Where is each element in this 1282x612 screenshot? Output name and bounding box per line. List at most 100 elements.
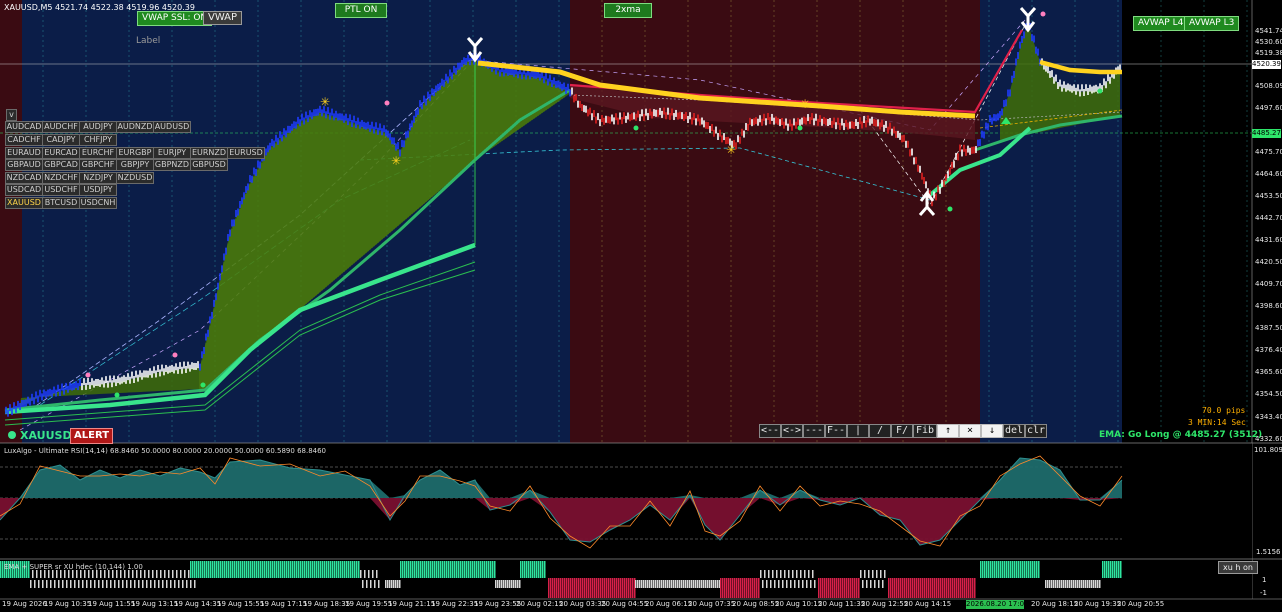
alert-dot	[8, 431, 16, 439]
symbol-button-nzdjpy[interactable]: NZDJPY	[79, 172, 117, 184]
ema-signal-text: EMA: Go Long @ 4485.27 (3512)	[1099, 430, 1263, 440]
time-axis-label: 20 Aug 18:15	[1031, 600, 1079, 608]
ema-toggle-button[interactable]: 2xma	[604, 3, 652, 18]
tool-dash-button[interactable]: ---	[803, 424, 825, 438]
symbol-button-gbpaud[interactable]: GBPAUD	[5, 159, 43, 171]
time-axis-label: 19 Aug 23:55	[474, 600, 522, 608]
bottom-panel	[0, 558, 1282, 600]
symbol-button-usdjpy[interactable]: USDJPY	[79, 184, 117, 196]
rsi-panel	[0, 442, 1282, 559]
tool-vertical-button[interactable]: |	[847, 424, 869, 438]
tool-line-left-button[interactable]: <--	[759, 424, 781, 438]
svg-text:✳: ✳	[800, 97, 810, 111]
price-axis-label: 4530.60	[1255, 38, 1282, 46]
symbol-button-gbpcad[interactable]: GBPCAD	[42, 159, 80, 171]
tool-clear-button[interactable]: clr	[1025, 424, 1047, 438]
time-axis-label: 20 Aug 14:15	[904, 600, 952, 608]
vwap-ssl-button[interactable]: VWAP SSL: ON	[137, 11, 213, 26]
time-axis-label: 19 Aug 21:15	[388, 600, 436, 608]
bottom-top-value: 1	[1262, 576, 1267, 584]
symbol-button-gbpjpy[interactable]: GBPJPY	[116, 159, 154, 171]
price-axis-label: 4376.40	[1255, 346, 1282, 354]
time-axis-label: 19 Aug 11:55	[88, 600, 136, 608]
price-axis-label: 4464.60	[1255, 170, 1282, 178]
symbol-button-eurnzd[interactable]: EURNZD	[190, 147, 228, 159]
symbol-button-audcad[interactable]: AUDCAD	[5, 121, 43, 133]
ptl-button[interactable]: PTL ON	[335, 3, 387, 18]
symbol-button-audnzd[interactable]: AUDNZD	[116, 121, 154, 133]
time-axis-label: 20 Aug 02:15	[516, 600, 564, 608]
tool-fib-left-button[interactable]: F--	[825, 424, 847, 438]
tool-fib-trend-button[interactable]: F/	[891, 424, 913, 438]
price-axis-label: 4519.38	[1255, 49, 1282, 57]
time-axis-label: 2026.08.20 17:05	[966, 600, 1029, 608]
svg-text:✳: ✳	[726, 143, 736, 157]
time-axis-label: 20 Aug 08:55	[732, 600, 780, 608]
symbol-button-usdchf[interactable]: USDCHF	[42, 184, 80, 196]
symbol-button-eurcad[interactable]: EURCAD	[42, 147, 80, 159]
tool-arrow-down-button[interactable]: ↓	[981, 424, 1003, 438]
time-axis-label: 19 Aug 2026	[2, 600, 47, 608]
price-axis-label: 4453.50	[1255, 192, 1282, 200]
tool-arrow-up-button[interactable]: ↑	[937, 424, 959, 438]
time-axis-label: 19 Aug 10:35	[44, 600, 92, 608]
symbol-button-gbpnzd[interactable]: GBPNZD	[153, 159, 191, 171]
time-axis-label: 20 Aug 19:35	[1074, 600, 1122, 608]
vwap-button[interactable]: VWAP	[203, 11, 243, 25]
xu-toggle-button[interactable]: xu h on	[1218, 561, 1258, 574]
symbol-button-nzdcad[interactable]: NZDCAD	[5, 172, 43, 184]
tool-trend-button[interactable]: /	[869, 424, 891, 438]
symbol-button-nzdusd[interactable]: NZDUSD	[116, 172, 154, 184]
time-axis-label: 20 Aug 03:35	[559, 600, 607, 608]
symbol-button-nzdchf[interactable]: NZDCHF	[42, 172, 80, 184]
price-axis-label: 4541.74	[1255, 27, 1282, 35]
symbol-button-audchf[interactable]: AUDCHF	[42, 121, 80, 133]
price-axis-label: 4475.70	[1255, 148, 1282, 156]
bottom-panel-title: EMA + SUPER sr XU hdec (10,144) 1.00	[4, 563, 143, 571]
symbol-button-eurjpy[interactable]: EURJPY	[153, 147, 191, 159]
symbol-button-audjpy[interactable]: AUDJPY	[79, 121, 117, 133]
symbol-button-btcusd[interactable]: BTCUSD	[42, 197, 80, 209]
symbol-button-gbpchf[interactable]: GBPCHF	[79, 159, 117, 171]
symbol-button-eurchf[interactable]: EURCHF	[79, 147, 117, 159]
price-axis-label: 4387.50	[1255, 324, 1282, 332]
symbol-button-usdcnh[interactable]: USDCNH	[79, 197, 117, 209]
price-axis-label: 4497.60	[1255, 104, 1282, 112]
pips-readout: 70.0 pips	[1202, 406, 1246, 415]
symbol-button-chfjpy[interactable]: CHFJPY	[79, 134, 117, 146]
avwap-l4-button[interactable]: AVWAP L4	[1133, 16, 1189, 31]
symbol-button-cadchf[interactable]: CADCHF	[5, 134, 43, 146]
symbol-button-gbpusd[interactable]: GBPUSD	[190, 159, 228, 171]
price-axis-label: 4332.60	[1255, 435, 1282, 443]
price-axis-label: 4354.50	[1255, 390, 1282, 398]
symbol-button-audusd[interactable]: AUDUSD	[153, 121, 191, 133]
symbol-button-xauusd[interactable]: XAUUSD	[5, 197, 43, 209]
price-axis-label: 4431.60	[1255, 236, 1282, 244]
price-axis-label: 4343.40	[1255, 413, 1282, 421]
time-axis-label: 20 Aug 20:55	[1117, 600, 1165, 608]
symbol-button-usdcad[interactable]: USDCAD	[5, 184, 43, 196]
price-axis-label: 4365.60	[1255, 368, 1282, 376]
symbol-button-cadjpy[interactable]: CADJPY	[42, 134, 80, 146]
time-axis-label: 19 Aug 14:35	[174, 600, 222, 608]
time-axis-label: 20 Aug 06:15	[645, 600, 693, 608]
price-axis-label: 4420.50	[1255, 258, 1282, 266]
symbol-panel-collapse-button[interactable]: v	[6, 109, 17, 121]
time-axis-label: 20 Aug 10:15	[775, 600, 823, 608]
price-axis-label: 4409.70	[1255, 280, 1282, 288]
tool-fib-button[interactable]: Fib	[913, 424, 937, 438]
symbol-button-eurusd[interactable]: EURUSD	[227, 147, 265, 159]
time-axis-label: 19 Aug 17:15	[260, 600, 308, 608]
time-axis-label: 20 Aug 04:55	[601, 600, 649, 608]
avwap-l3-button[interactable]: AVWAP L3	[1184, 16, 1240, 31]
time-axis-label: 20 Aug 07:35	[688, 600, 736, 608]
tool-delete-button[interactable]: del	[1003, 424, 1025, 438]
symbol-button-eurgbp[interactable]: EURGBP	[116, 147, 154, 159]
time-axis-label: 19 Aug 15:55	[217, 600, 265, 608]
symbol-button-euraud[interactable]: EURAUD	[5, 147, 43, 159]
tool-line-both-button[interactable]: <->	[781, 424, 803, 438]
time-axis-label: 19 Aug 13:15	[131, 600, 179, 608]
alert-badge[interactable]: ALERT	[70, 428, 114, 444]
chart-canvas[interactable]: ✳ ✳ ✳ ✳	[0, 0, 1282, 612]
tool-cross-button[interactable]: ×	[959, 424, 981, 438]
